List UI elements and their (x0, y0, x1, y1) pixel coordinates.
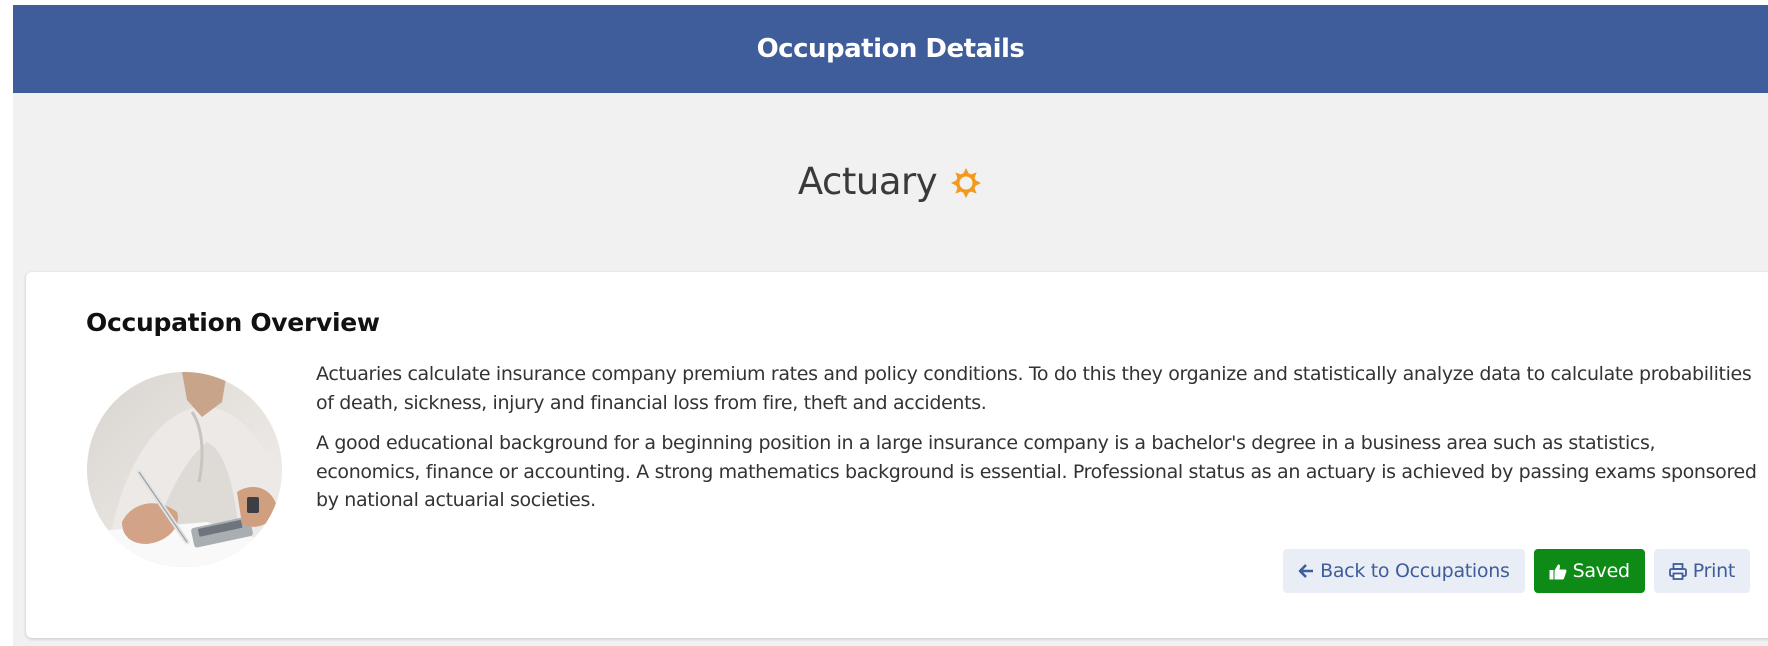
saved-button[interactable]: Saved (1533, 549, 1645, 593)
back-to-occupations-button[interactable]: Back to Occupations (1283, 549, 1525, 593)
saved-button-label: Saved (1572, 560, 1631, 582)
print-button-label: Print (1692, 560, 1736, 582)
back-button-label: Back to Occupations (1320, 560, 1510, 582)
sun-icon[interactable] (949, 166, 983, 200)
header-bar: Occupation Details (13, 5, 1768, 93)
occupation-heading: Actuary (13, 153, 1768, 209)
overview-description: Actuaries calculate insurance company pr… (316, 360, 1761, 527)
occupation-photo (87, 372, 282, 567)
printer-icon (1668, 562, 1687, 580)
print-button[interactable]: Print (1653, 549, 1750, 593)
arrow-left-icon (1298, 563, 1314, 579)
occupation-overview-card: Occupation Overview Actuaries calculate … (26, 272, 1768, 638)
thumbs-up-icon (1549, 563, 1567, 580)
page-title: Occupation Details (756, 34, 1025, 64)
overview-paragraph: A good educational background for a begi… (316, 432, 1757, 511)
page-frame: Occupation Details Actuary Occupation Ov… (13, 5, 1768, 646)
overview-title: Occupation Overview (86, 308, 380, 337)
action-buttons: Back to Occupations Saved Print (1283, 549, 1750, 593)
occupation-name: Actuary (797, 159, 938, 203)
overview-paragraph: Actuaries calculate insurance company pr… (316, 363, 1752, 414)
